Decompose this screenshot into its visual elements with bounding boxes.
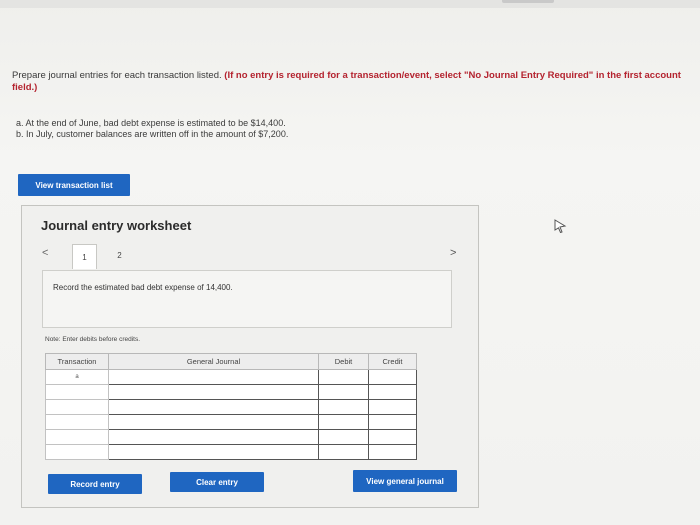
account-field[interactable] <box>108 369 319 385</box>
account-field[interactable] <box>108 444 319 460</box>
credit-field[interactable] <box>368 369 417 385</box>
account-field[interactable] <box>108 384 319 400</box>
table-row <box>45 399 417 415</box>
credit-field[interactable] <box>368 399 417 415</box>
transaction-item-b: b. In July, customer balances are writte… <box>16 129 289 139</box>
transaction-cell <box>45 384 109 400</box>
credit-field[interactable] <box>368 384 417 400</box>
browser-top-bar <box>0 0 700 8</box>
account-field[interactable] <box>108 399 319 415</box>
debit-field[interactable] <box>318 444 369 460</box>
view-general-journal-button[interactable]: View general journal <box>353 470 457 492</box>
table-header-row: Transaction General Journal Debit Credit <box>45 353 417 370</box>
debit-field[interactable] <box>318 369 369 385</box>
mouse-pointer-icon <box>554 219 567 233</box>
transaction-cell <box>45 444 109 460</box>
debit-credit-note: Note: Enter debits before credits. <box>45 336 141 343</box>
record-entry-button[interactable]: Record entry <box>48 474 142 494</box>
table-row: a <box>45 369 417 385</box>
journal-table: Transaction General Journal Debit Credit… <box>45 353 417 460</box>
view-transaction-list-button[interactable]: View transaction list <box>18 174 130 196</box>
transaction-cell <box>45 429 109 445</box>
account-field[interactable] <box>108 414 319 430</box>
instructions: Prepare journal entries for each transac… <box>12 70 682 93</box>
clear-entry-button[interactable]: Clear entry <box>170 472 264 492</box>
header-transaction: Transaction <box>45 353 109 370</box>
header-credit: Credit <box>368 353 417 370</box>
transaction-cell: a <box>45 369 109 385</box>
transaction-cell <box>45 399 109 415</box>
next-page-button[interactable]: > <box>450 247 456 259</box>
table-row <box>45 429 417 445</box>
header-debit: Debit <box>318 353 369 370</box>
debit-field[interactable] <box>318 399 369 415</box>
worksheet-title: Journal entry worksheet <box>41 218 192 233</box>
account-field[interactable] <box>108 429 319 445</box>
transaction-item-a: a. At the end of June, bad debt expense … <box>16 118 286 128</box>
screen: Prepare journal entries for each transac… <box>0 0 700 525</box>
page-tab-1[interactable]: 1 <box>72 244 97 269</box>
debit-field[interactable] <box>318 429 369 445</box>
header-general-journal: General Journal <box>108 353 319 370</box>
table-row <box>45 384 417 400</box>
credit-field[interactable] <box>368 429 417 445</box>
transaction-description: Record the estimated bad debt expense of… <box>53 283 233 292</box>
prev-page-button[interactable]: < <box>42 247 48 259</box>
transaction-description-box: Record the estimated bad debt expense of… <box>42 270 452 328</box>
instructions-plain: Prepare journal entries for each transac… <box>12 70 225 81</box>
journal-entry-worksheet: Journal entry worksheet < 1 2 > Record t… <box>21 205 479 508</box>
debit-field[interactable] <box>318 384 369 400</box>
credit-field[interactable] <box>368 444 417 460</box>
table-row <box>45 444 417 460</box>
table-row <box>45 414 417 430</box>
transaction-items: a. At the end of June, bad debt expense … <box>16 118 516 140</box>
debit-field[interactable] <box>318 414 369 430</box>
top-tab-indicator <box>502 0 554 3</box>
page-tab-2[interactable]: 2 <box>107 244 132 266</box>
transaction-cell <box>45 414 109 430</box>
credit-field[interactable] <box>368 414 417 430</box>
